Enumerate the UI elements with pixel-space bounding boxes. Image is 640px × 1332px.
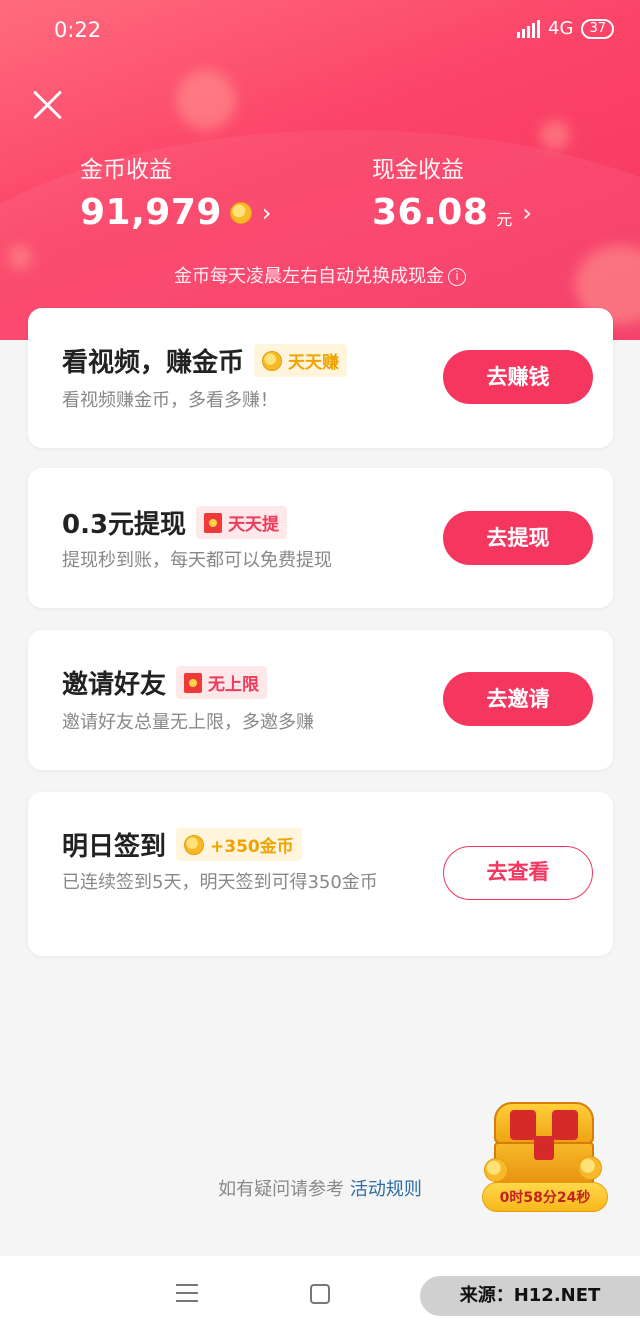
task-title-row: 明日签到 +350金币 bbox=[62, 826, 302, 863]
signal-icon bbox=[517, 19, 541, 38]
footer-question-text: 如有疑问请参考 bbox=[218, 1179, 345, 1200]
cash-earnings[interactable]: 现金收益 36.08 元 › bbox=[372, 150, 532, 233]
task-badge: 无上限 bbox=[176, 666, 268, 699]
source-watermark: 来源：H12.NET bbox=[420, 1276, 640, 1316]
coin-earnings[interactable]: 金币收益 91,979 › bbox=[80, 150, 272, 233]
treasure-timer: 0时58分24秒 bbox=[482, 1182, 608, 1212]
status-bar: 0:22 4G 37 bbox=[0, 0, 640, 60]
coin-icon bbox=[262, 350, 283, 371]
task-badge: 天天赚 bbox=[254, 344, 348, 377]
task-badge-label: 天天赚 bbox=[288, 353, 340, 373]
coin-icon bbox=[578, 1156, 602, 1180]
coin-earnings-label: 金币收益 bbox=[80, 157, 172, 183]
task-badge-label: 天天提 bbox=[228, 515, 280, 535]
task-subtitle: 提现秒到账，每天都可以免费提现 bbox=[62, 550, 332, 571]
status-time: 0:22 bbox=[54, 18, 102, 42]
earn-money-button[interactable]: 去赚钱 bbox=[443, 350, 593, 404]
task-card-watch-video: 看视频，赚金币 天天赚 看视频赚金币，多看多赚！ 去赚钱 bbox=[28, 308, 613, 448]
task-title-row: 看视频，赚金币 天天赚 bbox=[62, 342, 348, 379]
task-card-withdraw: 0.3元提现 天天提 提现秒到账，每天都可以免费提现 去提现 bbox=[28, 468, 613, 608]
cash-earnings-label: 现金收益 bbox=[372, 157, 464, 183]
task-title: 明日签到 bbox=[62, 832, 167, 862]
task-badge-label: 无上限 bbox=[208, 675, 260, 695]
decor-blob bbox=[540, 120, 570, 150]
task-badge: 天天提 bbox=[196, 506, 288, 539]
coin-earnings-value: 91,979 bbox=[80, 192, 222, 233]
red-envelope-icon bbox=[184, 672, 203, 693]
task-title-row: 邀请好友 无上限 bbox=[62, 664, 268, 701]
view-checkin-button[interactable]: 去查看 bbox=[443, 846, 593, 900]
task-subtitle: 邀请好友总量无上限，多邀多赚 bbox=[62, 712, 314, 733]
coin-icon bbox=[184, 834, 205, 855]
coin-earnings-value-row: 91,979 › bbox=[80, 192, 272, 233]
coin-icon bbox=[229, 201, 252, 224]
home-icon[interactable] bbox=[310, 1284, 330, 1304]
task-title-row: 0.3元提现 天天提 bbox=[62, 504, 288, 541]
close-icon[interactable] bbox=[30, 88, 64, 122]
treasure-chest[interactable]: 0时58分24秒 bbox=[482, 1096, 608, 1216]
chest-lock-icon bbox=[534, 1136, 554, 1160]
chevron-right-icon: › bbox=[261, 198, 272, 227]
task-subtitle: 已连续签到5天，明天签到可得350金币 bbox=[62, 872, 378, 893]
exchange-note: 金币每天凌晨左右自动兑换成现金 i bbox=[0, 262, 640, 288]
exchange-note-text: 金币每天凌晨左右自动兑换成现金 bbox=[174, 266, 444, 287]
red-envelope-icon bbox=[204, 512, 223, 533]
withdraw-button[interactable]: 去提现 bbox=[443, 511, 593, 565]
info-icon[interactable]: i bbox=[448, 268, 466, 286]
task-card-invite: 邀请好友 无上限 邀请好友总量无上限，多邀多赚 去邀请 bbox=[28, 630, 613, 770]
invite-button[interactable]: 去邀请 bbox=[443, 672, 593, 726]
task-title: 看视频，赚金币 bbox=[62, 348, 245, 378]
menu-icon[interactable] bbox=[176, 1284, 198, 1302]
task-title: 0.3元提现 bbox=[62, 510, 187, 540]
task-badge-label: +350金币 bbox=[210, 837, 294, 857]
activity-rules-link[interactable]: 活动规则 bbox=[350, 1179, 422, 1200]
decor-blob bbox=[176, 70, 236, 130]
task-badge: +350金币 bbox=[176, 828, 302, 861]
status-indicators: 4G 37 bbox=[517, 18, 614, 39]
cash-unit: 元 bbox=[496, 209, 513, 229]
chevron-right-icon: › bbox=[522, 198, 532, 227]
cash-earnings-value: 36.08 bbox=[372, 192, 489, 233]
cash-earnings-value-row: 36.08 元 › bbox=[372, 192, 532, 233]
coin-icon bbox=[484, 1158, 508, 1182]
battery-icon: 37 bbox=[581, 18, 614, 39]
network-type: 4G bbox=[548, 18, 574, 39]
task-subtitle: 看视频赚金币，多看多赚！ bbox=[62, 390, 278, 411]
task-card-checkin: 明日签到 +350金币 已连续签到5天，明天签到可得350金币 去查看 bbox=[28, 792, 613, 956]
task-title: 邀请好友 bbox=[62, 670, 167, 700]
